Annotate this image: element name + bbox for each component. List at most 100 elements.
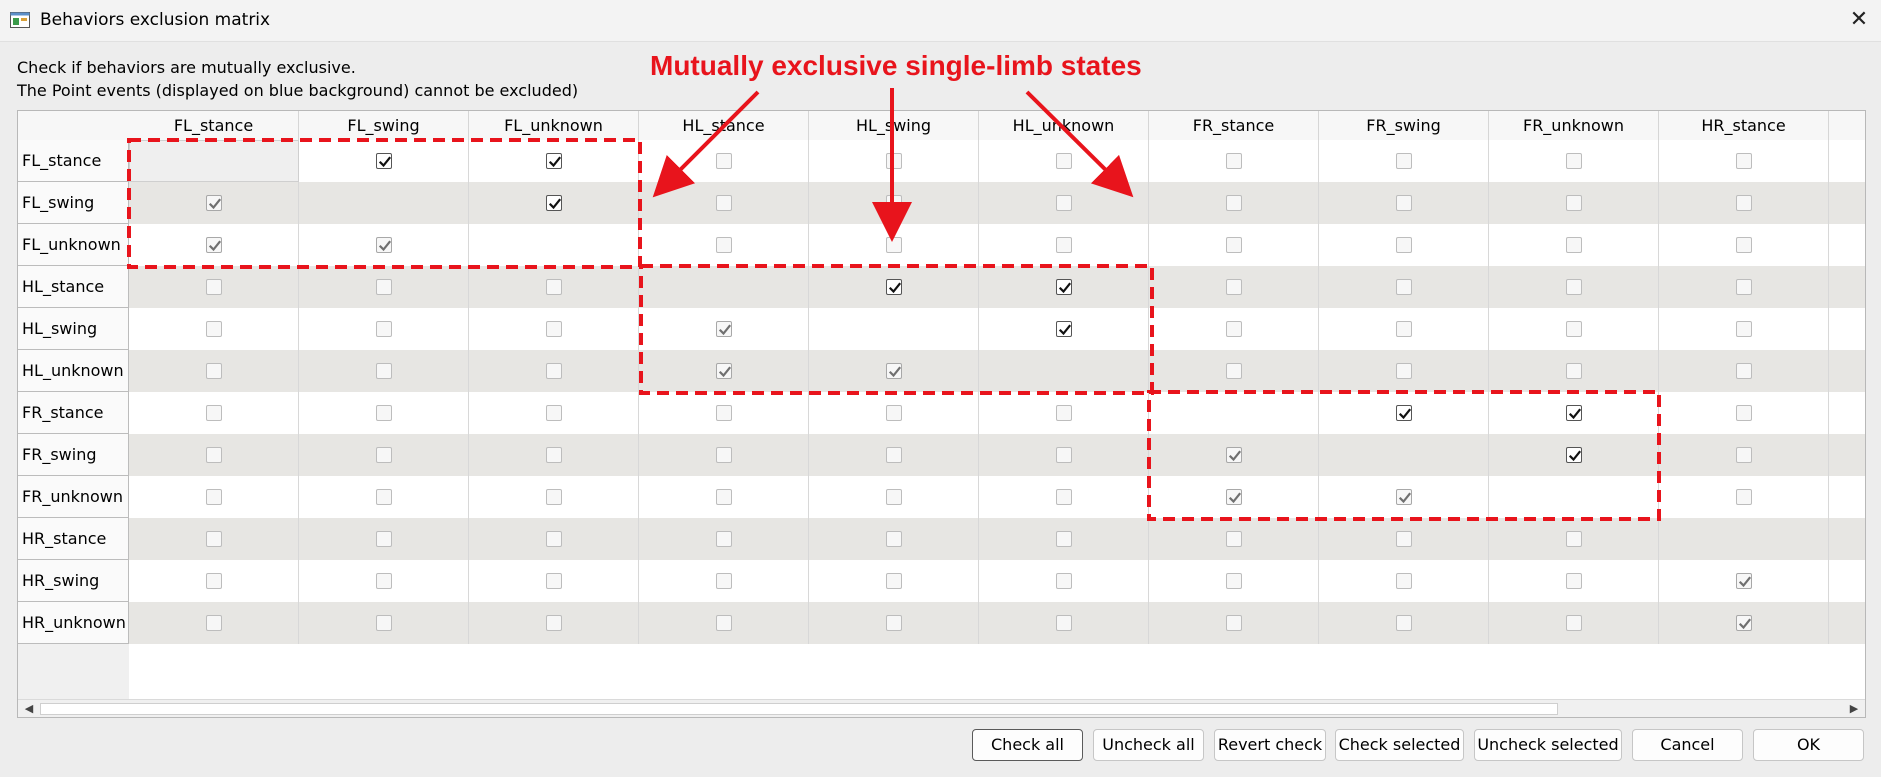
row-header[interactable]: FR_unknown [18, 476, 129, 518]
exclusion-checkbox[interactable] [1395, 195, 1412, 211]
exclusion-checkbox[interactable] [715, 237, 732, 253]
exclusion-checkbox[interactable] [1055, 153, 1072, 169]
column-header[interactable]: FR_stance [1149, 111, 1319, 140]
scroll-left-button[interactable]: ◀ [20, 700, 38, 717]
scroll-right-button[interactable]: ▶ [1845, 700, 1863, 717]
exclusion-checkbox[interactable] [1055, 195, 1072, 211]
exclusion-checkbox[interactable] [1055, 237, 1072, 253]
exclusion-checkbox[interactable] [1395, 237, 1412, 253]
exclusion-checkbox[interactable] [1735, 447, 1752, 463]
column-header[interactable]: FL_stance [129, 111, 299, 140]
matrix-cell[interactable] [639, 266, 809, 308]
row-header[interactable]: HL_swing [18, 308, 129, 350]
exclusion-checkbox[interactable] [1225, 279, 1242, 295]
matrix-cell[interactable] [299, 182, 469, 224]
exclusion-checkbox[interactable] [1565, 321, 1582, 337]
exclusion-checkbox-checked[interactable] [1565, 405, 1582, 421]
exclusion-checkbox[interactable] [1395, 153, 1412, 169]
matrix-cell[interactable] [1319, 434, 1489, 476]
matrix-cell [639, 434, 809, 476]
matrix-cell [1489, 182, 1659, 224]
exclusion-checkbox-checked[interactable] [545, 153, 562, 169]
exclusion-checkbox [885, 489, 902, 505]
matrix-cell[interactable] [809, 308, 979, 350]
exclusion-checkbox[interactable] [1735, 279, 1752, 295]
row-header[interactable]: FL_stance [18, 140, 129, 182]
exclusion-checkbox [715, 573, 732, 589]
exclusion-checkbox[interactable] [1565, 195, 1582, 211]
row-header[interactable]: HL_unknown [18, 350, 129, 392]
exclusion-checkbox[interactable] [1565, 237, 1582, 253]
column-header[interactable]: HR_stance [1659, 111, 1829, 140]
row-header[interactable]: HR_stance [18, 518, 129, 560]
exclusion-checkbox[interactable] [1735, 195, 1752, 211]
exclusion-checkbox-checked[interactable] [375, 153, 392, 169]
exclusion-checkbox-checked[interactable] [1055, 321, 1072, 337]
exclusion-checkbox[interactable] [1735, 363, 1752, 379]
column-header[interactable]: FL_swing [299, 111, 469, 140]
ok-button[interactable]: OK [1753, 729, 1864, 761]
exclusion-checkbox[interactable] [1225, 153, 1242, 169]
exclusion-checkbox[interactable] [1735, 321, 1752, 337]
row-header[interactable]: FL_swing [18, 182, 129, 224]
exclusion-checkbox-checked[interactable] [1395, 405, 1412, 421]
horizontal-scrollbar[interactable]: ◀ ▶ [18, 699, 1865, 717]
cancel-button[interactable]: Cancel [1632, 729, 1743, 761]
column-header[interactable]: HL_swing [809, 111, 979, 140]
column-header[interactable]: FL_unknown [469, 111, 639, 140]
exclusion-checkbox[interactable] [1395, 363, 1412, 379]
exclusion-checkbox-checked[interactable] [1565, 447, 1582, 463]
exclusion-checkbox[interactable] [885, 195, 902, 211]
matrix-cell[interactable] [979, 350, 1149, 392]
column-header[interactable]: HL_unknown [979, 111, 1149, 140]
matrix-cell[interactable] [1149, 392, 1319, 434]
exclusion-checkbox[interactable] [1225, 363, 1242, 379]
matrix-cell [1829, 182, 1865, 224]
row-header[interactable]: HR_unknown [18, 602, 129, 644]
exclusion-checkbox[interactable] [715, 195, 732, 211]
matrix-cell[interactable] [469, 224, 639, 266]
matrix-cell[interactable] [1659, 518, 1829, 560]
exclusion-checkbox[interactable] [1225, 321, 1242, 337]
matrix-cell [129, 602, 299, 644]
row-header[interactable]: HR_swing [18, 560, 129, 602]
uncheck-all-button[interactable]: Uncheck all [1093, 729, 1204, 761]
exclusion-checkbox[interactable] [1565, 363, 1582, 379]
matrix-cell[interactable] [1489, 476, 1659, 518]
exclusion-checkbox-checked[interactable] [885, 279, 902, 295]
exclusion-checkbox[interactable] [1565, 279, 1582, 295]
matrix-cell[interactable] [129, 140, 299, 182]
exclusion-checkbox[interactable] [1565, 153, 1582, 169]
exclusion-checkbox[interactable] [885, 237, 902, 253]
close-button[interactable]: ✕ [1846, 7, 1872, 33]
exclusion-checkbox-checked[interactable] [1055, 279, 1072, 295]
exclusion-checkbox[interactable] [1395, 279, 1412, 295]
check-selected-button[interactable]: Check selected [1335, 729, 1464, 761]
column-header[interactable]: HL_stance [639, 111, 809, 140]
matrix-cell [1319, 518, 1489, 560]
column-header[interactable]: FR_unknown [1489, 111, 1659, 140]
exclusion-checkbox[interactable] [1735, 153, 1752, 169]
exclusion-checkbox[interactable] [885, 153, 902, 169]
exclusion-checkbox[interactable] [1735, 405, 1752, 421]
exclusion-checkbox[interactable] [1735, 489, 1752, 505]
exclusion-checkbox[interactable] [1225, 237, 1242, 253]
row-header[interactable]: FL_unknown [18, 224, 129, 266]
exclusion-checkbox-mirrored [1225, 447, 1242, 463]
exclusion-checkbox[interactable] [1735, 237, 1752, 253]
column-header[interactable]: FR_swing [1319, 111, 1489, 140]
column-header-partial[interactable] [1829, 111, 1865, 140]
matrix-cell [129, 350, 299, 392]
row-header[interactable]: HL_stance [18, 266, 129, 308]
row-header[interactable]: FR_stance [18, 392, 129, 434]
uncheck-selected-button[interactable]: Uncheck selected [1474, 729, 1622, 761]
row-header[interactable]: FR_swing [18, 434, 129, 476]
scrollbar-thumb[interactable] [40, 703, 1558, 715]
check-all-button[interactable]: Check all [972, 729, 1083, 761]
exclusion-checkbox[interactable] [1395, 321, 1412, 337]
exclusion-checkbox[interactable] [715, 153, 732, 169]
exclusion-checkbox[interactable] [1225, 195, 1242, 211]
revert-check-button[interactable]: Revert check [1214, 729, 1326, 761]
exclusion-checkbox-mirrored [205, 195, 222, 211]
exclusion-checkbox-checked[interactable] [545, 195, 562, 211]
